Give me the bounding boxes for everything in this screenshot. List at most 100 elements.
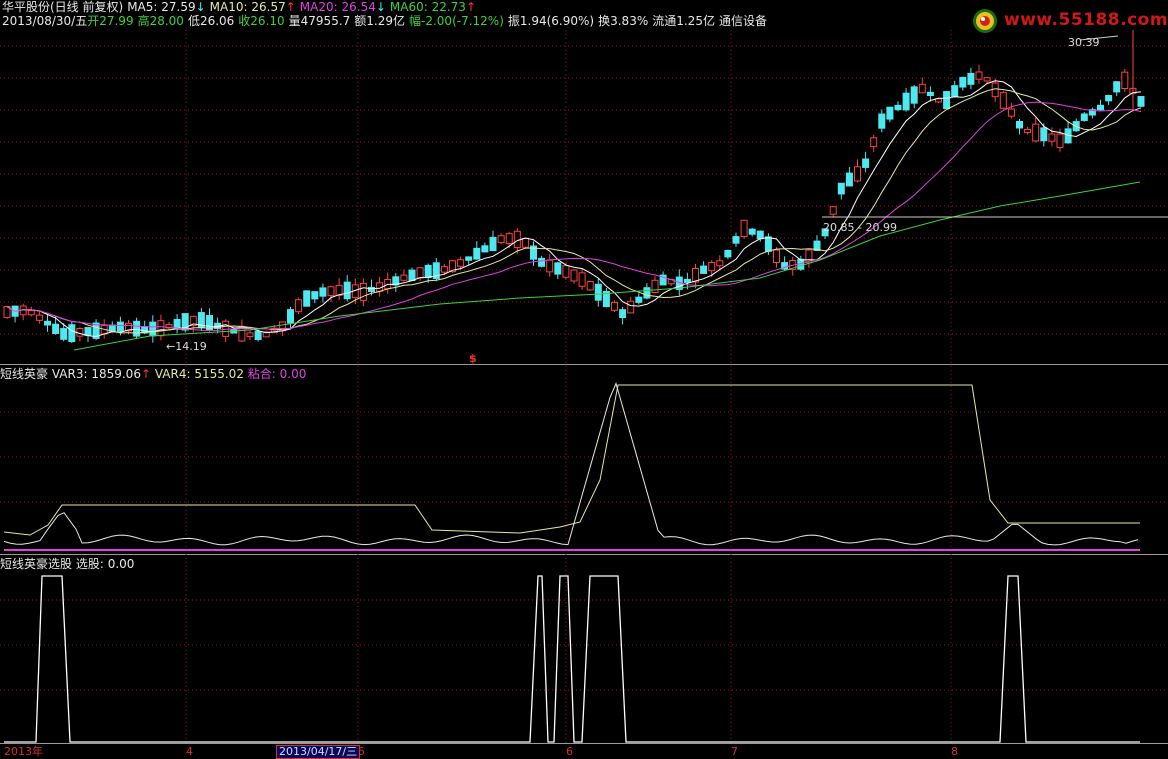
candle-body xyxy=(967,72,975,85)
candle-body xyxy=(700,265,708,274)
candle-body xyxy=(505,233,513,245)
axis-year: 2013年 xyxy=(4,745,43,758)
candle-body xyxy=(991,82,999,98)
candle-body xyxy=(740,219,748,238)
candle-body xyxy=(594,283,602,301)
quote-amount: 额1.29亿 xyxy=(354,14,406,28)
quote-high: 高28.00 xyxy=(137,14,184,28)
candle-body xyxy=(465,256,473,261)
candle-body xyxy=(1121,71,1129,90)
ma20-value: MA20: 26.54 xyxy=(299,0,376,14)
logo-swirl-icon xyxy=(973,9,997,33)
candle-body xyxy=(1024,128,1032,133)
candle-body xyxy=(975,71,983,80)
candle-body xyxy=(619,309,627,319)
candle-body xyxy=(886,106,894,120)
header-line-2: 2013/08/30/五开27.99 高28.00 低26.06 收26.10 量479… xyxy=(2,14,771,28)
candle-body xyxy=(983,77,991,82)
candle-body xyxy=(918,83,926,94)
candle-body xyxy=(408,269,416,281)
candle-body xyxy=(368,286,375,292)
candle-body xyxy=(173,319,181,329)
candle-body xyxy=(343,281,351,300)
ma60-line xyxy=(73,181,1141,351)
indicator1-legend: 短线英豪 VAR3: 1859.06↑ VAR4: 5155.02 粘合: 0.… xyxy=(0,367,306,381)
candle-body xyxy=(1137,96,1145,107)
indicator1-var4: VAR4: 5155.02 xyxy=(154,367,244,381)
candle-body xyxy=(643,287,651,299)
quote-change: 幅-2.00(-7.12%) xyxy=(409,14,504,28)
high-marker: 30.39 xyxy=(1068,36,1100,49)
candle-body xyxy=(562,265,570,278)
candle-body xyxy=(481,245,489,253)
axis-month-7: 7 xyxy=(731,745,738,758)
candle-body xyxy=(724,249,732,258)
candle-body xyxy=(926,91,934,97)
candle-body xyxy=(254,331,262,340)
axis-month-5: 5 xyxy=(358,745,365,758)
candle-body xyxy=(133,320,141,337)
down-arrow-icon: ↓ xyxy=(375,0,386,14)
ma5-value: MA5: 27.59 xyxy=(127,0,196,14)
candle-body xyxy=(1097,104,1104,111)
candle-body xyxy=(651,279,659,294)
candle-body xyxy=(35,314,43,321)
candle-body xyxy=(1105,95,1113,102)
candle-body xyxy=(943,91,951,110)
candle-body xyxy=(878,113,886,129)
quote-amplitude: 振1.94(6.90%) xyxy=(507,14,595,28)
quote-sector: 通信设备 xyxy=(718,14,767,28)
var3-line xyxy=(3,382,1139,546)
candle-body xyxy=(951,85,959,98)
ma10-line xyxy=(6,88,1142,334)
candle-body xyxy=(1040,127,1048,142)
candle-body xyxy=(829,206,837,215)
candle-body xyxy=(732,236,740,244)
axis-month-4: 4 xyxy=(186,745,193,758)
ma10-value: MA10: 26.57 xyxy=(209,0,286,14)
stock-name: 华平股份(日线 前复权) xyxy=(2,0,124,14)
candle-body xyxy=(440,266,448,273)
candle-body xyxy=(157,320,165,337)
candle-body xyxy=(845,172,853,187)
candle-body xyxy=(52,323,60,334)
quote-low: 低26.06 xyxy=(187,14,235,28)
candle-body xyxy=(246,332,254,338)
candle-body xyxy=(27,310,35,316)
candle-body xyxy=(1113,81,1121,93)
candle-body xyxy=(773,249,780,263)
candle-body xyxy=(910,86,918,104)
candle-body xyxy=(60,328,68,340)
candle-body xyxy=(457,259,465,267)
candle-body xyxy=(1032,123,1040,142)
candle-body xyxy=(1016,121,1023,129)
axis-month-8: 8 xyxy=(951,745,958,758)
candle-body xyxy=(708,261,716,272)
indicator1-var3: VAR3: 1859.06 xyxy=(51,367,141,381)
var4-line xyxy=(3,384,1140,536)
candle-body xyxy=(295,299,303,313)
candle-body xyxy=(489,236,497,252)
candle-body xyxy=(538,257,546,267)
quote-date: 2013/08/30/五 xyxy=(2,14,88,28)
up-arrow-icon: ↑ xyxy=(140,367,152,381)
candle-body xyxy=(683,278,691,283)
candle-body xyxy=(959,76,967,88)
candle-body xyxy=(1080,113,1088,121)
up-arrow-icon: ↑ xyxy=(285,0,296,14)
candle-body xyxy=(894,104,902,111)
quote-turnover: 换3.83% xyxy=(598,14,649,28)
candle-body xyxy=(748,228,756,235)
candle-body xyxy=(287,309,294,324)
signal-marker: $ xyxy=(469,352,477,365)
candle-body xyxy=(546,259,554,273)
quote-volume: 量47955.7 xyxy=(288,14,351,28)
indicator2-name: 短线英豪选股 xyxy=(0,557,73,571)
down-arrow-icon: ↓ xyxy=(195,0,206,14)
candle-body xyxy=(854,166,861,182)
candle-body xyxy=(554,262,562,275)
indicator1-name: 短线英豪 xyxy=(0,367,49,381)
candle-body xyxy=(116,321,124,332)
quote-open: 开27.99 xyxy=(87,14,134,28)
indicator1-zhanhe: 粘合: 0.00 xyxy=(247,367,307,381)
